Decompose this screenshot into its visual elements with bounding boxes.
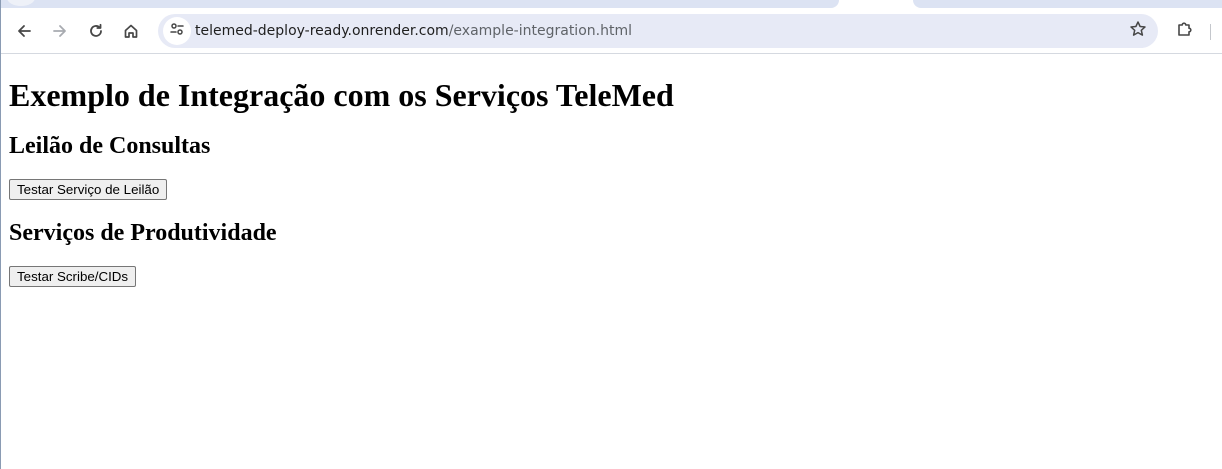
section-heading-auction: Leilão de Consultas [9,133,211,159]
home-icon [123,23,139,39]
reload-icon [88,23,104,39]
back-button[interactable] [9,16,39,46]
star-icon [1129,20,1147,43]
home-button[interactable] [116,16,146,46]
section-heading-productivity: Serviços de Produtividade [9,220,277,246]
arrow-right-icon [52,23,68,39]
url-host: telemed-deploy-ready.onrender.com [195,23,449,39]
tune-icon [169,21,185,42]
url-text[interactable]: telemed-deploy-ready.onrender.com/exampl… [195,14,632,48]
page-content: Exemplo de Integração com os Serviços Te… [1,55,1222,469]
url-path: /example-integration.html [448,23,632,39]
reload-button[interactable] [81,16,111,46]
test-auction-service-button[interactable]: Testar Serviço de Leilão [9,179,168,200]
tab-strip [1,0,1222,8]
forward-button[interactable] [45,16,75,46]
test-scribe-cids-button[interactable]: Testar Scribe/CIDs [9,266,137,287]
browser-window: telemed-deploy-ready.onrender.com/exampl… [0,0,1222,469]
arrow-left-icon [16,23,32,39]
address-bar[interactable]: telemed-deploy-ready.onrender.com/exampl… [158,14,1158,48]
tab[interactable] [1,0,839,8]
puzzle-icon [1176,20,1194,43]
tab[interactable] [913,0,1222,8]
page-title: Exemplo de Integração com os Serviços Te… [9,77,674,113]
browser-toolbar: telemed-deploy-ready.onrender.com/exampl… [1,8,1222,54]
toolbar-divider [1210,24,1211,40]
site-info-button[interactable] [163,17,191,45]
bookmark-button[interactable] [1124,17,1152,45]
extensions-button[interactable] [1170,16,1200,46]
tab-favicon [7,0,35,6]
